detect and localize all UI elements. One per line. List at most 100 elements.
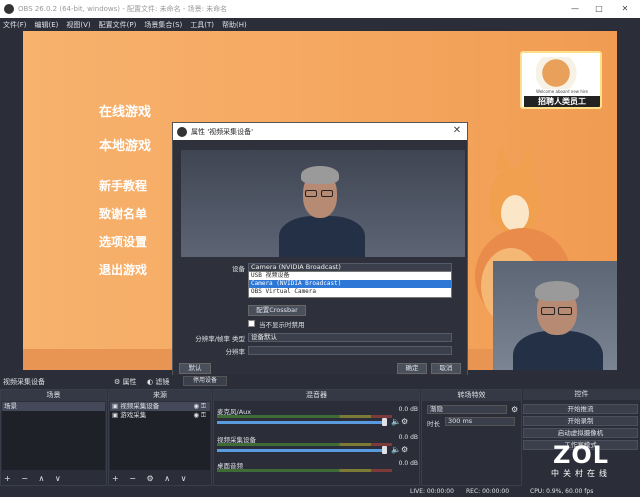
device-dropdown-list[interactable]: USB 视频设备 Camera (NVIDIA Broadcast) OBS V… <box>248 271 452 298</box>
status-bar: LIVE: 00:00:00 REC: 00:00:00 CPU: 0.9%, … <box>0 486 640 497</box>
obs-window: OBS 26.0.2 (64-bit, windows) - 配置文件: 未命名… <box>0 0 640 497</box>
source-item[interactable]: ▣ 游戏采集 ◉ ⚿ <box>110 411 210 420</box>
mixer-list: 麦克风/Aux 0.0 dB 🔈⚙ 视频采集设备 0.0 dB 🔈⚙ 桌面音频 … <box>215 402 418 472</box>
obs-logo-icon <box>4 4 14 14</box>
start-recording-button[interactable]: 开始录制 <box>523 416 638 426</box>
volume-fader[interactable] <box>217 421 382 424</box>
cpu-status: CPU: 0.9%, 60.00 fps <box>530 488 594 495</box>
minimize-button[interactable]: — <box>562 0 588 18</box>
selected-source-label: 视频采集设备 <box>3 378 45 386</box>
menu-edit[interactable]: 编辑(E) <box>35 20 59 30</box>
resolution-type-row: 分辨率/帧率 类型 设备默认 <box>173 333 469 343</box>
game-menu-credits: 致谢名单 <box>99 207 148 221</box>
mixer-title: 混音器 <box>214 390 419 401</box>
sources-dock: 来源 ▣ 视频采集设备 ◉ ⚿ ▣ 游戏采集 ◉ ⚿ + − ⚙ ∧ ∨ <box>108 389 212 486</box>
device-label: 设备 <box>232 265 245 273</box>
device-option[interactable]: USB 视频设备 <box>249 272 451 280</box>
webcam-overlay[interactable] <box>493 261 617 370</box>
game-menu-quit: 退出游戏 <box>99 263 148 277</box>
zol-watermark: ZOL 中关村在线 <box>524 442 638 486</box>
resolution-label: 分辨率 <box>225 348 246 356</box>
camera-icon: ▣ <box>112 402 121 410</box>
filters-button[interactable]: ◐ 滤镜 <box>147 377 169 387</box>
mixer-channel: 视频采集设备 0.0 dB 🔈⚙ <box>217 434 422 462</box>
scenes-title: 场景 <box>1 390 106 401</box>
fader-knob[interactable] <box>382 446 387 454</box>
deactivate-device-button[interactable]: 停用设备 <box>183 376 227 386</box>
menu-scene-collection[interactable]: 场景集合(S) <box>144 20 182 30</box>
mixer-channel: 麦克风/Aux 0.0 dB 🔈⚙ <box>217 406 422 434</box>
obs-logo-icon <box>177 126 187 137</box>
source-item-label: 游戏采集 <box>120 411 147 419</box>
badge-caption: Welcome aboard new hire <box>535 89 589 94</box>
scene-controls[interactable]: + − ∧ ∨ <box>4 474 65 483</box>
filters-label: 滤镜 <box>155 378 170 386</box>
transitions-title: 转场特效 <box>422 390 521 401</box>
cancel-button[interactable]: 取消 <box>431 363 461 374</box>
speaker-icon[interactable]: 🔈⚙ <box>391 417 408 426</box>
scenes-list: 场景 <box>2 402 105 470</box>
volume-meter <box>217 469 392 472</box>
resolution-type-select[interactable]: 设备默认 <box>248 333 452 342</box>
dialog-title: 属性 '视频采集设备' <box>191 127 254 136</box>
zol-subtitle: 中关村在线 <box>551 469 611 478</box>
defaults-button[interactable]: 默认 <box>179 363 211 374</box>
scenes-dock: 场景 场景 + − ∧ ∨ <box>0 389 107 486</box>
visibility-icon[interactable]: ◉ ⚿ <box>193 411 206 420</box>
live-status: LIVE: 00:00:00 <box>410 488 454 495</box>
duration-input[interactable]: 300 ms <box>445 417 515 426</box>
source-toolbar: 视频采集设备 ⚙ 属性 ◐ 滤镜 停用设备 <box>0 375 640 388</box>
speaker-icon[interactable]: 🔈⚙ <box>391 445 408 454</box>
title-bar: OBS 26.0.2 (64-bit, windows) - 配置文件: 未命名… <box>0 0 640 18</box>
badge-title: 招聘人类员工 <box>524 96 600 107</box>
configure-crossbar-button[interactable]: 配置Crossbar <box>248 305 306 316</box>
source-item-label: 视频采集设备 <box>120 402 160 410</box>
visibility-icon[interactable]: ◉ ⚿ <box>193 402 206 411</box>
properties-button[interactable]: ⚙ 属性 <box>114 377 137 387</box>
channel-db: 0.0 dB <box>398 434 418 441</box>
resolution-select[interactable] <box>248 346 452 355</box>
transition-settings-icon[interactable]: ⚙ <box>511 405 518 414</box>
device-option[interactable]: OBS Virtual Camera <box>249 288 451 296</box>
zol-logo: ZOL <box>552 441 610 469</box>
start-virtual-camera-button[interactable]: 启动虚拟摄像机 <box>523 428 638 438</box>
volume-fader[interactable] <box>217 449 382 452</box>
deactivate-label: 当不显示时禁用 <box>259 321 305 329</box>
resolution-type-label: 分辨率/帧率 类型 <box>195 335 245 343</box>
fader-knob[interactable] <box>382 418 387 426</box>
menu-profile[interactable]: 配置文件(P) <box>99 20 137 30</box>
menu-file[interactable]: 文件(F) <box>3 20 27 30</box>
hiring-badge: Welcome aboard new hire 招聘人类员工 <box>520 51 602 109</box>
game-menu-online: 在线游戏 <box>99 105 152 120</box>
channel-db: 0.0 dB <box>398 460 418 467</box>
scene-item[interactable]: 场景 <box>2 402 105 411</box>
menu-view[interactable]: 视图(V) <box>66 20 90 30</box>
start-streaming-button[interactable]: 开始推流 <box>523 404 638 414</box>
device-option-selected[interactable]: Camera (NVIDIA Broadcast) <box>249 280 451 288</box>
source-controls[interactable]: + − ⚙ ∧ ∨ <box>112 474 190 483</box>
sources-title: 来源 <box>109 390 211 401</box>
rec-status: REC: 00:00:00 <box>466 488 510 495</box>
dialog-close-icon[interactable]: ✕ <box>451 125 463 137</box>
properties-label: 属性 <box>122 378 137 386</box>
properties-dialog: 属性 '视频采集设备' ✕ 设备 Camera (NVIDIA Broadcas… <box>172 122 468 376</box>
volume-meter <box>217 415 392 418</box>
controls-title: 控件 <box>523 389 640 400</box>
transition-select[interactable]: 渐隐 <box>427 405 507 414</box>
game-menu-options: 选项设置 <box>99 235 148 249</box>
close-button[interactable]: ✕ <box>612 0 638 18</box>
resolution-row: 分辨率 <box>173 346 469 356</box>
corgi-icon <box>536 57 586 89</box>
menu-tools[interactable]: 工具(T) <box>190 20 214 30</box>
ok-button[interactable]: 确定 <box>397 363 427 374</box>
duration-label: 时长 <box>427 420 440 428</box>
menu-help[interactable]: 帮助(H) <box>222 20 247 30</box>
sources-list: ▣ 视频采集设备 ◉ ⚿ ▣ 游戏采集 ◉ ⚿ <box>110 402 210 470</box>
source-item[interactable]: ▣ 视频采集设备 ◉ ⚿ <box>110 402 210 411</box>
window-title: OBS 26.0.2 (64-bit, windows) - 配置文件: 未命名… <box>18 5 228 13</box>
menu-bar: 文件(F) 编辑(E) 视图(V) 配置文件(P) 场景集合(S) 工具(T) … <box>0 18 640 31</box>
channel-db: 0.0 dB <box>398 406 418 413</box>
volume-meter <box>217 443 392 446</box>
transitions-dock: 转场特效 渐隐 ⚙ 时长 300 ms <box>421 389 522 486</box>
maximize-button[interactable]: □ <box>586 0 612 18</box>
